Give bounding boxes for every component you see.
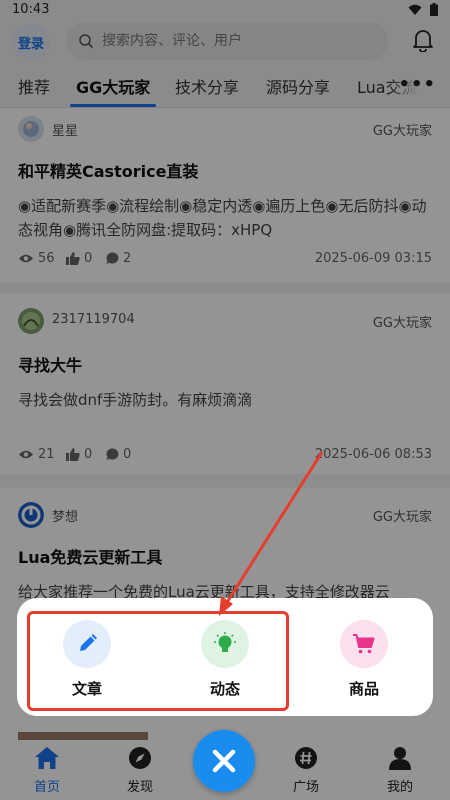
annotation-highlight-box bbox=[27, 611, 289, 711]
close-icon bbox=[212, 749, 236, 773]
close-publish-button[interactable] bbox=[193, 730, 255, 792]
publish-product-button[interactable]: 商品 bbox=[319, 620, 409, 699]
cart-icon bbox=[340, 620, 388, 668]
